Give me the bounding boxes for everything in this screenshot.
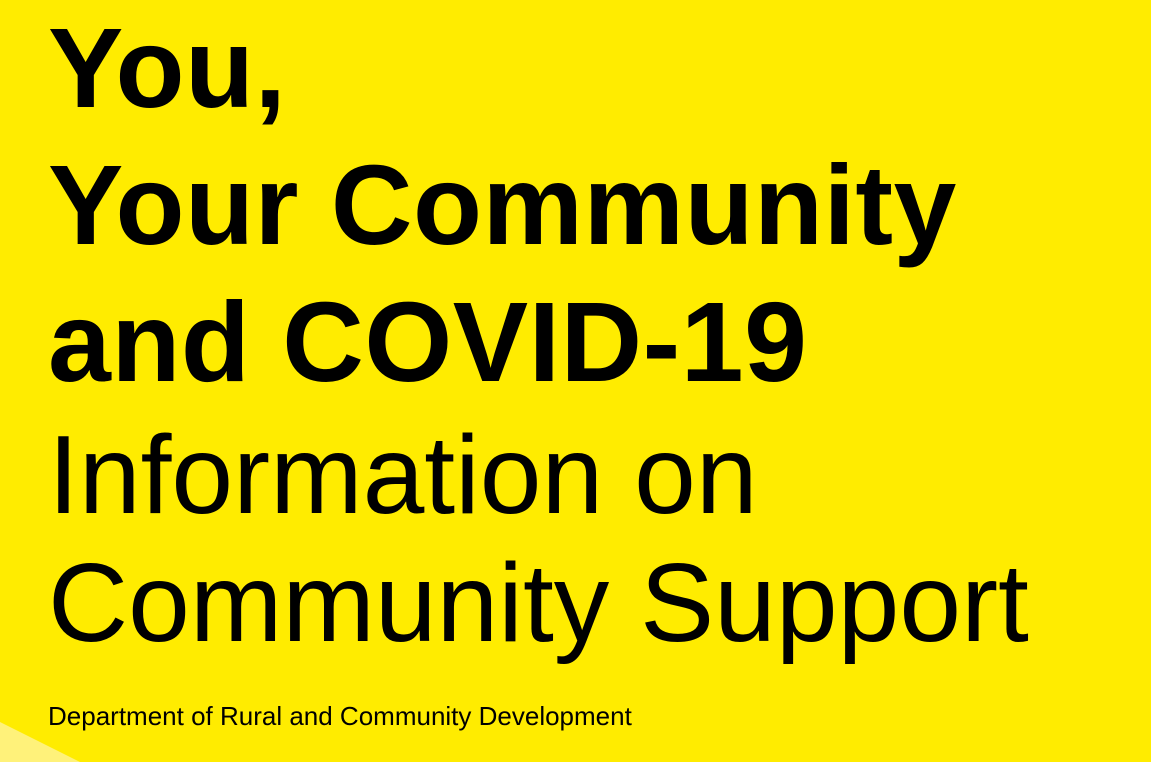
- title-line-3: and COVID-19: [48, 279, 808, 405]
- subtitle-line-2: Community Support: [48, 541, 1029, 665]
- subtitle-line-1: Information on: [48, 413, 758, 537]
- title-line-2: Your Community: [48, 142, 957, 268]
- title-line-1: You,: [48, 5, 287, 131]
- department-name: Department of Rural and Community Develo…: [48, 701, 632, 731]
